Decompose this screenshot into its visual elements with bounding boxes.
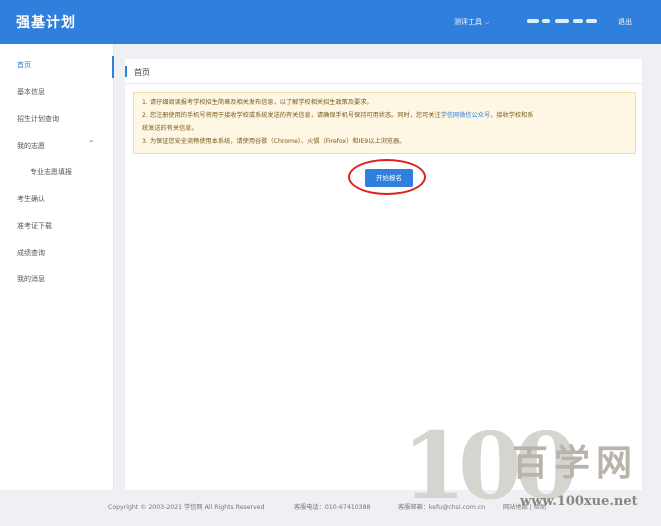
notice-line-1: 1. 请仔细阅读报考学校招生简章及相关发布信息，以了解学校相关招生政策及要求。 xyxy=(142,99,373,106)
sidebar-item-label: 专业志愿填报 xyxy=(30,168,72,176)
sidebar-item-label: 成绩查询 xyxy=(17,249,45,257)
sidebar-item-label: 首页 xyxy=(17,61,31,69)
sidebar-item-plan-query[interactable]: 招生计划查询 xyxy=(0,106,113,130)
notice-line-2: 2. 您注册使用的手机号将用于接收学校或系统发送的有关信息，请确保手机号保持可用… xyxy=(142,110,534,122)
sidebar-item-label: 准考证下载 xyxy=(17,222,52,230)
sidebar-item-label: 基本信息 xyxy=(17,88,45,96)
tools-menu[interactable]: 测评工具 ⌵ xyxy=(454,17,490,27)
sidebar-item-major-application[interactable]: 专业志愿填报 xyxy=(0,159,113,183)
app-title: 强基计划 xyxy=(16,15,76,31)
wechat-account-link[interactable]: 学信网微信公众号 xyxy=(441,112,491,119)
watermark-chinese: 百学网 xyxy=(512,443,639,484)
service-phone: 客服电话：010-67410388 xyxy=(294,504,371,511)
watermark-logo: 100 百学网 www.100xue.net xyxy=(402,416,660,524)
sidebar-item-label: 我的志愿 xyxy=(17,142,45,150)
panel-header: 首页 xyxy=(125,59,642,84)
logout-link[interactable]: 退出 xyxy=(618,17,632,27)
watermark-url: www.100xue.net xyxy=(520,494,638,509)
notice-line-2-text: 2. 您注册使用的手机号将用于接收学校或系统发送的有关信息，请确保手机号保持可用… xyxy=(142,112,441,119)
chevron-down-icon: ⌵ xyxy=(485,19,490,26)
user-name-redacted xyxy=(527,19,597,25)
tools-menu-label: 测评工具 xyxy=(454,18,482,26)
page-title: 首页 xyxy=(134,68,150,77)
notice-box: 1. 请仔细阅读报考学校招生简章及相关发布信息，以了解学校相关招生政策及要求。 … xyxy=(133,92,636,154)
top-navbar: 强基计划 测评工具 ⌵ 退出 xyxy=(0,0,661,44)
sidebar: 首页 基本信息 招生计划查询 我的志愿 ⌃ 专业志愿填报 考生确认 准考证下载 … xyxy=(0,44,114,490)
sidebar-item-label: 招生计划查询 xyxy=(17,115,59,123)
sidebar-item-confirm[interactable]: 考生确认 xyxy=(0,186,113,210)
copyright-text: Copyright © 2003-2021 学信网 All Rights Res… xyxy=(108,504,265,511)
notice-line-4: 3. 为保证您安全流畅使用本系统，请使用谷歌（Chrome）、火狐（Firefo… xyxy=(142,138,406,145)
start-registration-button[interactable]: 开始报名 xyxy=(365,169,413,187)
sidebar-item-admission-ticket[interactable]: 准考证下载 xyxy=(0,213,113,237)
sidebar-item-home[interactable]: 首页 xyxy=(0,52,114,78)
sidebar-item-messages[interactable]: 我的消息 xyxy=(0,266,113,290)
notice-line-3: 统发送的有关信息。 xyxy=(142,125,198,132)
notice-line-2-tail: ，接收学校和系 xyxy=(490,112,534,119)
title-accent-bar xyxy=(125,66,127,77)
sidebar-item-label: 我的消息 xyxy=(17,275,45,283)
sidebar-item-scores[interactable]: 成绩查询 xyxy=(0,240,113,264)
sidebar-item-my-preferences[interactable]: 我的志愿 ⌃ xyxy=(0,133,113,157)
sidebar-item-label: 考生确认 xyxy=(17,195,45,203)
sidebar-item-basic-info[interactable]: 基本信息 xyxy=(0,79,113,103)
chevron-up-icon: ⌃ xyxy=(88,139,95,148)
